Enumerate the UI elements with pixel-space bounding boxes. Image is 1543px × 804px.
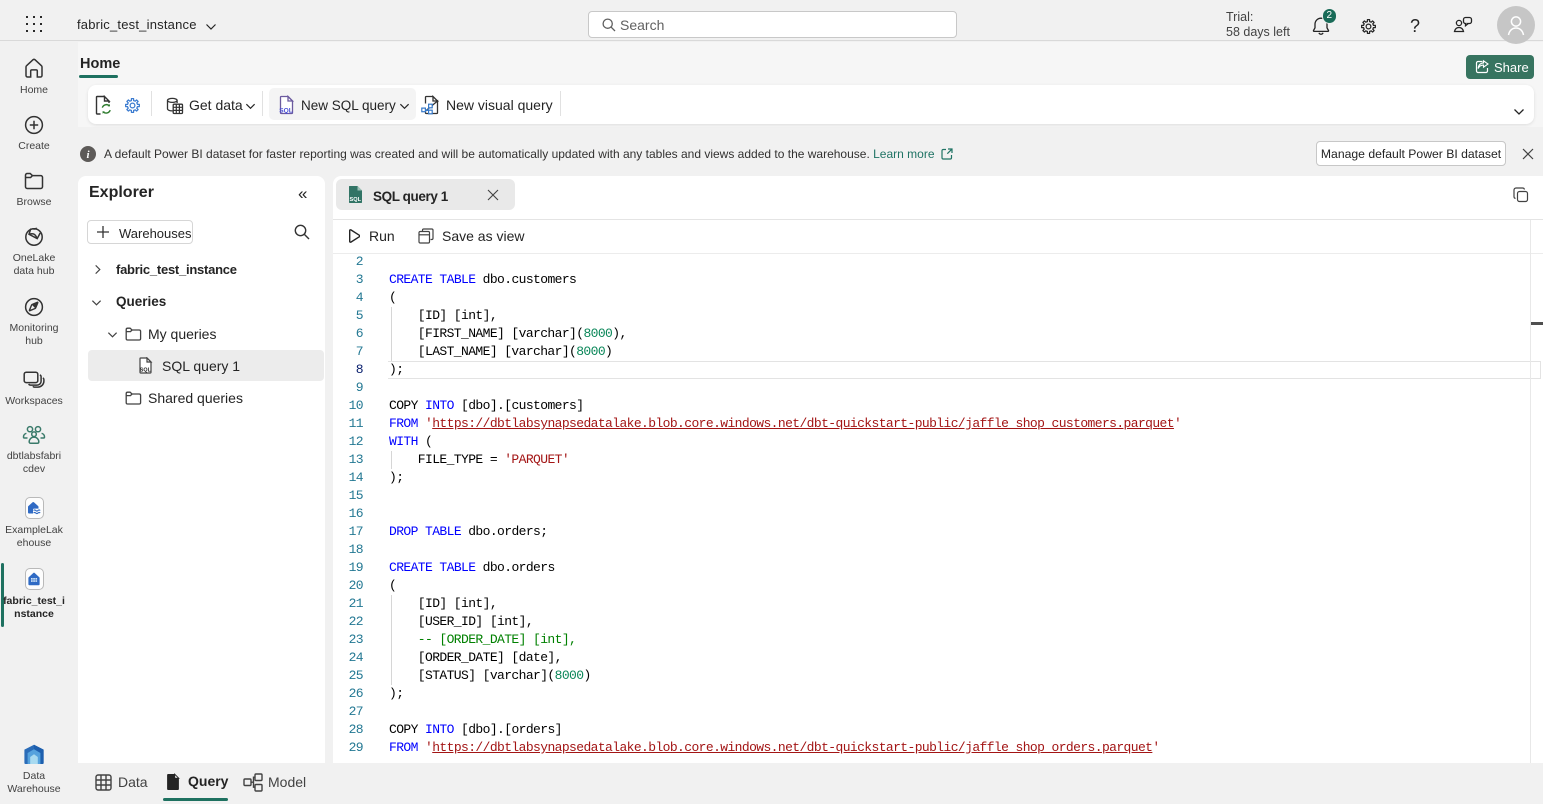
svg-text:SQL: SQL bbox=[140, 368, 152, 374]
svg-text:SQL: SQL bbox=[350, 197, 362, 203]
svg-text:SQL: SQL bbox=[279, 108, 293, 115]
